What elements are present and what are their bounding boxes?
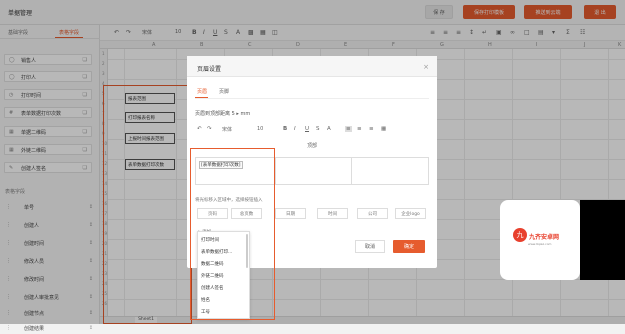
dialog-title: 页眉设置 xyxy=(197,66,222,73)
expand-icon[interactable]: ↕ xyxy=(89,325,93,331)
highlight-box xyxy=(190,148,275,320)
strike-icon[interactable]: S xyxy=(316,126,320,132)
undo-icon[interactable]: ↶ xyxy=(197,126,202,132)
align-left-icon[interactable]: ≡ xyxy=(345,126,352,132)
app-root: 单据管理 保 存 保存打印模板 推送到云端 退 出 基础字段 表格字段 ◯ 销售人… xyxy=(0,0,625,332)
redo-icon[interactable]: ↷ xyxy=(207,126,212,132)
italic-icon[interactable]: I xyxy=(294,126,296,132)
table-icon[interactable]: ▦ xyxy=(381,126,386,132)
tab-header[interactable]: 页眉 xyxy=(197,88,207,95)
align-right-icon[interactable]: ≡ xyxy=(369,126,374,132)
tab-divider xyxy=(195,98,429,99)
watermark-logo-icon: 九 xyxy=(513,228,527,242)
close-icon[interactable]: × xyxy=(423,63,429,71)
editor-divider xyxy=(351,158,352,184)
editor-divider xyxy=(275,158,276,184)
top-label: 顶部 xyxy=(307,143,318,149)
bold-icon[interactable]: B xyxy=(283,126,287,132)
watermark-name: 九齐安卓网 xyxy=(529,234,560,241)
underline-icon[interactable]: U xyxy=(305,126,309,132)
drag-icon: ⋮ xyxy=(6,325,11,331)
form-field-item[interactable]: ⋮ 创建结果 ↕ xyxy=(2,323,98,334)
insert-company-button[interactable]: 公司 xyxy=(357,208,388,219)
dialog-header: 页眉设置 × xyxy=(187,56,437,77)
watermark: 九 九齐安卓网 www.9qiaz.com xyxy=(500,200,580,280)
insert-time-button[interactable]: 时间 xyxy=(317,208,348,219)
insert-logo-button[interactable]: 企业logo xyxy=(395,208,426,219)
color-icon[interactable]: A xyxy=(327,126,331,132)
watermark-url: www.9qiaz.com xyxy=(528,242,552,246)
ok-button[interactable]: 确定 xyxy=(393,240,425,253)
header-margin-setting[interactable]: 页眉到顶部距离 5 ▸ mm xyxy=(195,110,250,117)
black-block xyxy=(580,200,625,280)
editor-size-select[interactable]: 10 xyxy=(257,126,263,132)
tab-footer[interactable]: 页脚 xyxy=(219,88,229,95)
insert-date-button[interactable]: 日期 xyxy=(275,208,306,219)
align-center-icon[interactable]: ≡ xyxy=(357,126,362,132)
cancel-button[interactable]: 取消 xyxy=(355,240,385,253)
editor-font-select[interactable]: 宋体 xyxy=(222,126,232,133)
